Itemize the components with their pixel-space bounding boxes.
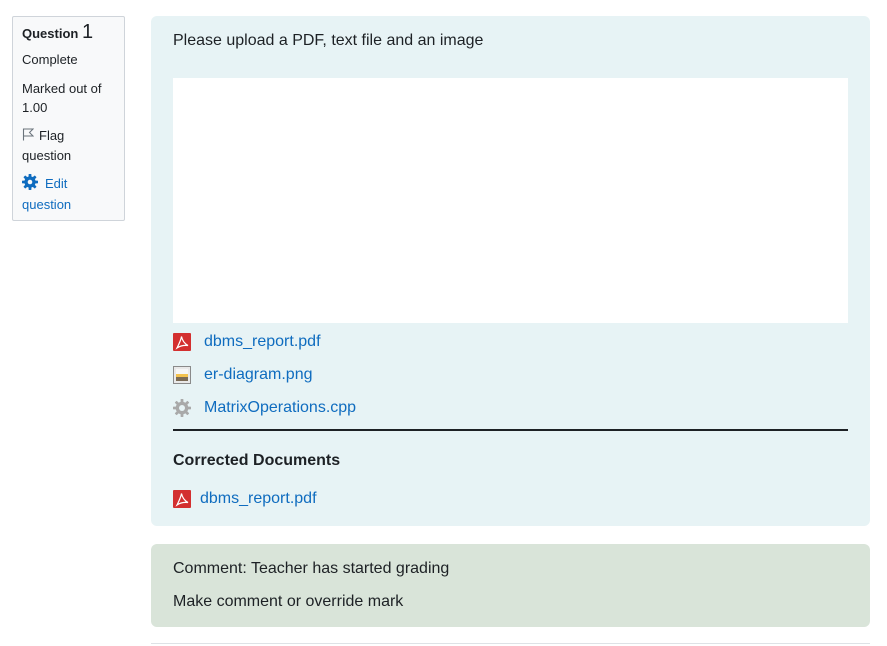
bottom-divider: [151, 643, 870, 644]
comment-status: Comment: Teacher has started grading: [173, 560, 450, 577]
image-icon: [173, 365, 191, 384]
gear-icon: [22, 174, 38, 195]
corrected-documents-heading: Corrected Documents: [173, 452, 341, 469]
attachment-link[interactable]: dbms_report.pdf: [204, 333, 321, 351]
corrected-documents-list: dbms_report.pdf: [173, 482, 317, 515]
pdf-icon: [173, 332, 191, 351]
question-number-heading: Question 1: [22, 21, 115, 43]
corrected-document-link[interactable]: dbms_report.pdf: [200, 490, 317, 508]
question-formulation: Please upload a PDF, text file and an im…: [151, 16, 870, 526]
question-word: Question: [22, 26, 79, 41]
flag-icon: [22, 127, 35, 146]
question-info-panel: Question 1 Complete Marked out of 1.00 F…: [12, 16, 125, 221]
question-state: Complete: [22, 52, 78, 67]
pdf-icon: [173, 489, 191, 508]
attachment-link[interactable]: er-diagram.png: [204, 366, 313, 384]
comment-panel: Comment: Teacher has started grading Mak…: [151, 544, 870, 627]
flag-question-toggle[interactable]: Flag question: [22, 126, 115, 165]
question-number: 1: [81, 21, 94, 43]
attachment-link[interactable]: MatrixOperations.cpp: [204, 399, 356, 417]
make-comment-link[interactable]: Make comment or override mark: [173, 592, 848, 612]
corrected-document-item: dbms_report.pdf: [173, 482, 317, 515]
gear-file-icon: [173, 398, 191, 417]
response-area: [173, 78, 848, 323]
attachment-item: MatrixOperations.cpp: [173, 391, 848, 424]
question-text: Please upload a PDF, text file and an im…: [173, 32, 484, 49]
question-grade: Marked out of 1.00: [22, 81, 102, 115]
attachment-item: dbms_report.pdf: [173, 325, 848, 358]
edit-question-link[interactable]: Edit question: [22, 174, 71, 212]
section-divider: [173, 429, 848, 431]
attachment-item: er-diagram.png: [173, 358, 848, 391]
attachment-list: dbms_report.pdf er-diagram.png MatrixOpe…: [173, 325, 848, 424]
edit-question-link-wrap: Edit question: [22, 174, 115, 214]
